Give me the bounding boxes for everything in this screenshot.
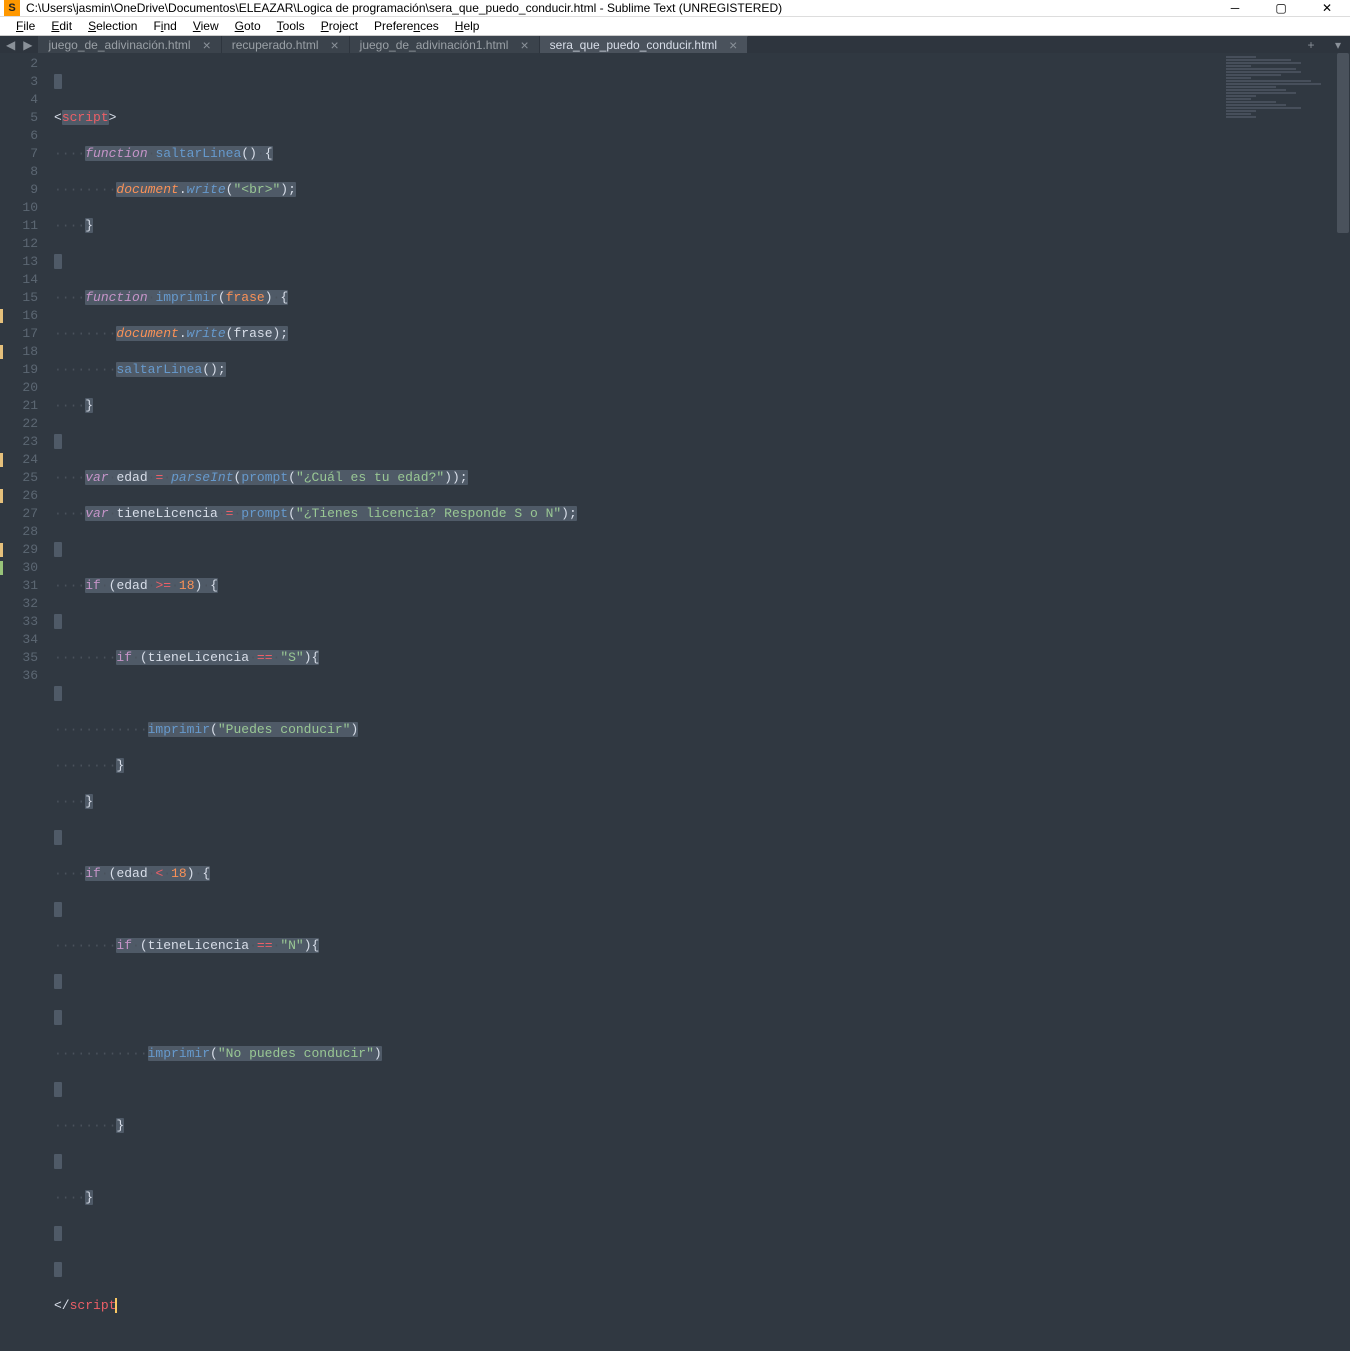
tab-label: recuperado.html	[232, 38, 319, 52]
line-number: 32	[0, 595, 38, 613]
line-number: 6	[0, 127, 38, 145]
menu-goto[interactable]: Goto	[227, 17, 269, 35]
line-number: 28	[0, 523, 38, 541]
tab-history-nav: ◀ ▶	[0, 36, 38, 53]
close-icon[interactable]: ×	[203, 37, 211, 53]
line-number: 34	[0, 631, 38, 649]
tab-label: juego_de_adivinación1.html	[360, 38, 509, 52]
window-controls: ─ ▢ ✕	[1212, 0, 1350, 16]
line-number: 31	[0, 577, 38, 595]
line-number: 24	[0, 451, 38, 469]
line-number: 15	[0, 289, 38, 307]
line-number: 33	[0, 613, 38, 631]
tab-sera-que-puedo-conducir[interactable]: sera_que_puedo_conducir.html ×	[540, 36, 749, 53]
line-number: 2	[0, 55, 38, 73]
line-number: 10	[0, 199, 38, 217]
editor[interactable]: 2 3 4 5 6 7 8 9 10 11 12 13 14 15 16 17 …	[0, 53, 1350, 1351]
menu-find[interactable]: Find	[145, 17, 184, 35]
menu-preferences[interactable]: Preferences	[366, 17, 447, 35]
menu-help[interactable]: Help	[447, 17, 488, 35]
line-number: 29	[0, 541, 38, 559]
tab-dropdown-icon[interactable]: ▾	[1326, 36, 1350, 53]
scrollbar-thumb[interactable]	[1337, 53, 1349, 233]
tab-juego-adivinacion[interactable]: juego_de_adivinación.html ×	[38, 36, 221, 53]
tab-label: sera_que_puedo_conducir.html	[550, 38, 717, 52]
menu-file[interactable]: File	[8, 17, 43, 35]
close-icon[interactable]: ×	[330, 37, 338, 53]
line-number: 17	[0, 325, 38, 343]
close-icon[interactable]: ×	[520, 37, 528, 53]
close-button[interactable]: ✕	[1304, 0, 1350, 16]
line-number: 30	[0, 559, 38, 577]
line-number: 11	[0, 217, 38, 235]
line-number: 4	[0, 91, 38, 109]
code-area[interactable]: <script> ····function·saltarLinea()·{ ··…	[46, 53, 1350, 1351]
line-number: 26	[0, 487, 38, 505]
tab-juego-adivinacion1[interactable]: juego_de_adivinación1.html ×	[350, 36, 540, 53]
maximize-button[interactable]: ▢	[1258, 0, 1304, 16]
vertical-scrollbar[interactable]	[1336, 53, 1350, 1351]
nav-forward-icon[interactable]: ▶	[23, 38, 32, 52]
menu-tools[interactable]: Tools	[269, 17, 313, 35]
line-number: 12	[0, 235, 38, 253]
line-number: 18	[0, 343, 38, 361]
tab-recuperado[interactable]: recuperado.html ×	[222, 36, 350, 53]
line-number: 7	[0, 145, 38, 163]
tab-label: juego_de_adivinación.html	[48, 38, 190, 52]
line-number: 25	[0, 469, 38, 487]
line-number: 14	[0, 271, 38, 289]
line-number: 35	[0, 649, 38, 667]
menubar: File Edit Selection Find View Goto Tools…	[0, 17, 1350, 36]
line-number: 5	[0, 109, 38, 127]
line-number: 21	[0, 397, 38, 415]
tabbar: ◀ ▶ juego_de_adivinación.html × recupera…	[0, 36, 1350, 53]
line-number: 22	[0, 415, 38, 433]
titlebar: S C:\Users\jasmin\OneDrive\Documentos\EL…	[0, 0, 1350, 17]
app-icon: S	[4, 0, 20, 16]
minimize-button[interactable]: ─	[1212, 0, 1258, 16]
line-number: 13	[0, 253, 38, 271]
line-number: 19	[0, 361, 38, 379]
menu-edit[interactable]: Edit	[43, 17, 80, 35]
line-number: 9	[0, 181, 38, 199]
line-number: 8	[0, 163, 38, 181]
menu-view[interactable]: View	[185, 17, 227, 35]
line-number: 3	[0, 73, 38, 91]
window-title: C:\Users\jasmin\OneDrive\Documentos\ELEA…	[26, 1, 1212, 15]
line-number: 36	[0, 667, 38, 685]
line-number: 27	[0, 505, 38, 523]
new-tab-button[interactable]: +	[1296, 36, 1326, 53]
menu-selection[interactable]: Selection	[80, 17, 145, 35]
gutter: 2 3 4 5 6 7 8 9 10 11 12 13 14 15 16 17 …	[0, 53, 46, 1351]
text-cursor	[115, 1298, 117, 1313]
line-number: 16	[0, 307, 38, 325]
menu-project[interactable]: Project	[313, 17, 366, 35]
nav-back-icon[interactable]: ◀	[6, 38, 15, 52]
line-number: 20	[0, 379, 38, 397]
close-icon[interactable]: ×	[729, 37, 737, 53]
line-number: 23	[0, 433, 38, 451]
